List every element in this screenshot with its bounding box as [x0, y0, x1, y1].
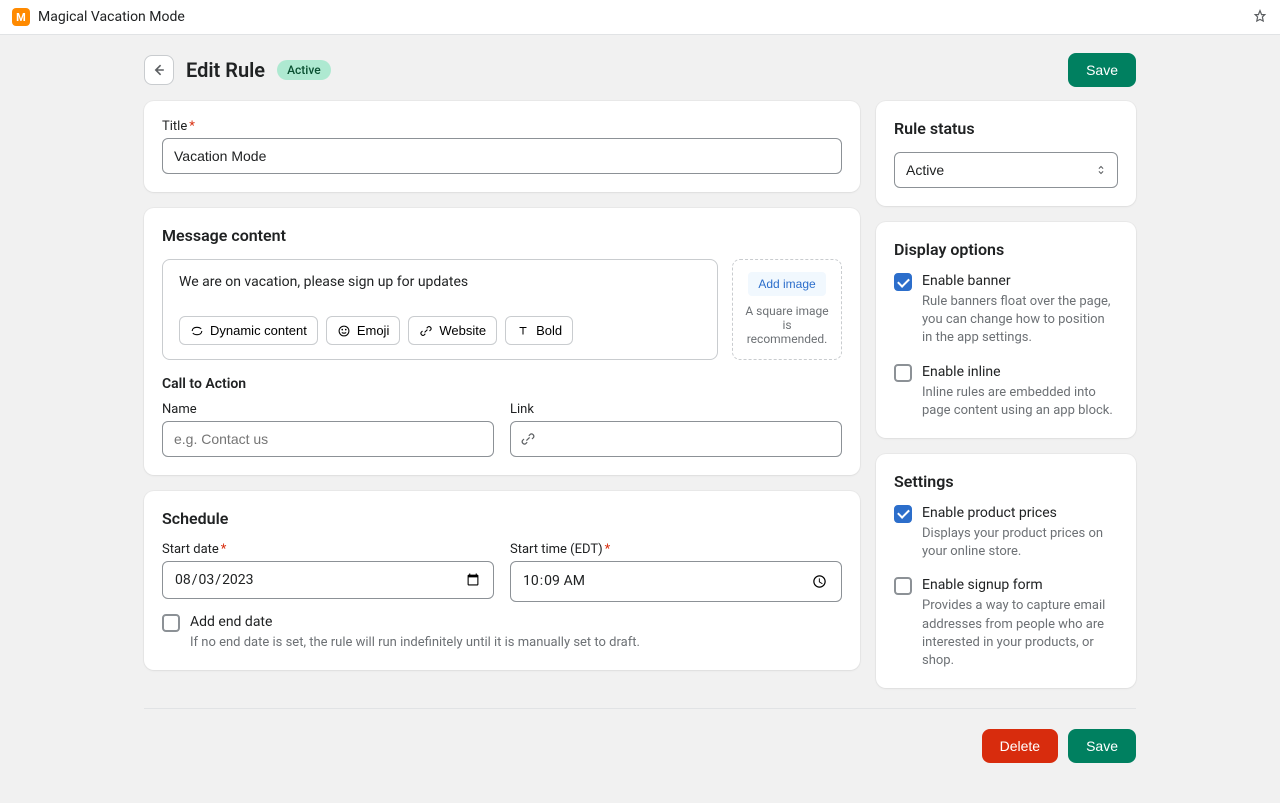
- cta-link-label: Link: [510, 402, 842, 417]
- start-date-label: Start date*: [162, 542, 494, 557]
- enable-inline-help: Inline rules are embedded into page cont…: [922, 384, 1118, 420]
- enable-prices-help: Displays your product prices on your onl…: [922, 525, 1118, 561]
- message-text: We are on vacation, please sign up for u…: [179, 274, 701, 298]
- dynamic-icon: [190, 324, 204, 338]
- start-time-input[interactable]: [510, 561, 842, 602]
- website-button[interactable]: Website: [408, 316, 497, 345]
- message-editor[interactable]: We are on vacation, please sign up for u…: [162, 259, 718, 360]
- app-icon: M: [12, 8, 30, 26]
- emoji-button[interactable]: Emoji: [326, 316, 401, 345]
- enable-prices-checkbox[interactable]: [894, 505, 912, 523]
- enable-signup-checkbox[interactable]: [894, 577, 912, 595]
- cta-heading: Call to Action: [162, 376, 842, 392]
- enable-inline-checkbox[interactable]: [894, 364, 912, 382]
- topbar: M Magical Vacation Mode: [0, 0, 1280, 35]
- message-card: Message content We are on vacation, plea…: [144, 208, 860, 475]
- back-button[interactable]: [144, 55, 174, 85]
- cta-name-label: Name: [162, 402, 494, 417]
- emoji-icon: [337, 324, 351, 338]
- image-dropzone[interactable]: Add image A square image is recommended.: [732, 259, 842, 360]
- save-button-bottom[interactable]: Save: [1068, 729, 1136, 763]
- enable-prices-label: Enable product prices: [922, 505, 1118, 521]
- settings-card: Settings Enable product prices Displays …: [876, 454, 1136, 688]
- enable-signup-label: Enable signup form: [922, 577, 1118, 593]
- bold-button[interactable]: Bold: [505, 316, 573, 345]
- dynamic-content-button[interactable]: Dynamic content: [179, 316, 318, 345]
- page-header: Edit Rule Active Save: [144, 53, 1136, 87]
- arrow-left-icon: [151, 62, 167, 78]
- text-icon: [516, 324, 530, 338]
- message-heading: Message content: [162, 226, 842, 245]
- title-label: Title*: [162, 119, 842, 134]
- schedule-heading: Schedule: [162, 509, 842, 528]
- status-badge: Active: [277, 60, 331, 80]
- status-card: Rule status: [876, 101, 1136, 206]
- enable-banner-label: Enable banner: [922, 273, 1118, 289]
- add-end-date-help: If no end date is set, the rule will run…: [190, 634, 640, 652]
- enable-signup-help: Provides a way to capture email addresse…: [922, 597, 1118, 670]
- page-title: Edit Rule: [186, 58, 265, 82]
- schedule-card: Schedule Start date* Start time (EDT)* A…: [144, 491, 860, 670]
- start-time-label: Start time (EDT)*: [510, 542, 842, 557]
- link-icon: [419, 324, 433, 338]
- pin-icon[interactable]: [1252, 9, 1268, 25]
- cta-link-input[interactable]: [510, 421, 842, 457]
- display-heading: Display options: [894, 240, 1118, 259]
- delete-button[interactable]: Delete: [982, 729, 1058, 763]
- image-help-text: A square image is recommended.: [741, 304, 833, 346]
- enable-inline-label: Enable inline: [922, 364, 1118, 380]
- display-options-card: Display options Enable banner Rule banne…: [876, 222, 1136, 438]
- footer-actions: Delete Save: [144, 708, 1136, 763]
- title-card: Title*: [144, 101, 860, 192]
- add-end-date-checkbox[interactable]: [162, 614, 180, 632]
- enable-banner-help: Rule banners float over the page, you ca…: [922, 293, 1118, 348]
- add-end-date-label: Add end date: [190, 614, 640, 630]
- enable-banner-checkbox[interactable]: [894, 273, 912, 291]
- status-select[interactable]: [894, 152, 1118, 188]
- app-name: Magical Vacation Mode: [38, 9, 185, 25]
- save-button-top[interactable]: Save: [1068, 53, 1136, 87]
- add-image-button[interactable]: Add image: [748, 272, 825, 296]
- settings-heading: Settings: [894, 472, 1118, 491]
- start-date-input[interactable]: [162, 561, 494, 599]
- cta-name-input[interactable]: [162, 421, 494, 457]
- title-input[interactable]: [162, 138, 842, 174]
- status-heading: Rule status: [894, 119, 1118, 138]
